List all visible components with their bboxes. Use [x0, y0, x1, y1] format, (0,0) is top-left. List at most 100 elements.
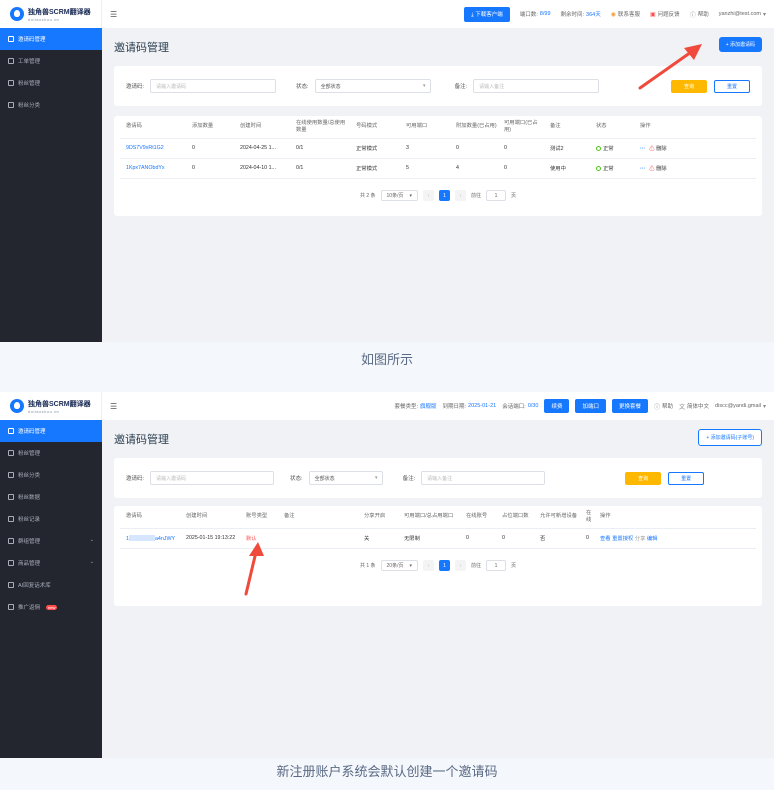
user-menu[interactable]: discc@yandi.gmail ▾: [715, 403, 766, 410]
caption-1: 如图所示: [0, 342, 774, 392]
remark-search-input[interactable]: 请输入备注: [421, 471, 546, 485]
filter-card: 邀请码: 请输入邀请码 状态: 全部状态 ▾ 备注: 请输入备注 查询 重置: [114, 458, 762, 498]
ports-readout: 端口数: 8/99: [519, 11, 551, 18]
contact-support-link[interactable]: ◉ 联系客服: [610, 10, 640, 19]
status-select[interactable]: 全部状态 ▾: [308, 471, 383, 485]
hamburger-menu-icon[interactable]: ☰: [110, 10, 117, 19]
status-badge: 正常: [590, 138, 634, 159]
status-select[interactable]: 全部状态 ▾: [314, 79, 431, 93]
share-button[interactable]: 分享: [635, 536, 646, 542]
brand-logo[interactable]: 独角兽SCRM翻译器 duliaoshou.im: [0, 392, 102, 420]
help-icon: ⓘ: [653, 404, 660, 411]
table-header-row: 邀请码 创建时间 账号类型 备注 分享开启 可用端口/总占用端口 在线账号 占位…: [120, 506, 756, 529]
reset-button[interactable]: 重置: [668, 471, 705, 485]
code-search-input[interactable]: 请输入邀请码: [150, 471, 275, 485]
page-size-select[interactable]: 10条/页 ▾: [380, 190, 418, 201]
page-size-select[interactable]: 20条/页 ▾: [380, 560, 418, 571]
invite-code-link[interactable]: 1 a4nJWY: [120, 528, 180, 549]
download-client-button[interactable]: ⤓ 下载客户端: [464, 6, 510, 22]
main-content: 邀请码管理 + 添加邀请码 邀请码: 请输入邀请码 状态: 全部状态 ▾ 备注: …: [102, 28, 774, 342]
next-page-button[interactable]: ›: [455, 190, 466, 201]
chart-icon: [8, 494, 14, 500]
goto-page-input[interactable]: 1: [486, 560, 507, 571]
more-actions-icon[interactable]: ···: [640, 166, 645, 172]
ticket-icon: [8, 428, 14, 434]
unicorn-logo-icon: [10, 399, 24, 413]
invite-code-link[interactable]: 9DS7V9xRt1G2: [120, 138, 186, 159]
chevron-down-icon: ⌄: [89, 559, 94, 565]
document-icon: [8, 58, 14, 64]
edit-button[interactable]: 编辑: [647, 536, 658, 542]
sidebar-item-groups[interactable]: 群组管理 ⌄: [0, 530, 102, 552]
delete-button[interactable]: ⚠ 删除: [649, 166, 666, 172]
group-icon: [8, 538, 14, 544]
help-link[interactable]: ⓘ 帮助: [690, 10, 709, 19]
grid-icon: [8, 472, 14, 478]
users-icon: [8, 80, 14, 86]
page-button[interactable]: 1: [439, 560, 450, 571]
grid-icon: [8, 102, 14, 108]
user-menu[interactable]: yanzhi@test.com ▾: [719, 11, 766, 18]
hamburger-menu-icon[interactable]: ☰: [110, 402, 117, 411]
view-button[interactable]: 查看: [600, 536, 611, 542]
main-content: 邀请码管理 + 添加邀请码(子账号) 邀请码: 请输入邀请码 状态: 全部状态 ▾…: [102, 420, 774, 758]
prev-page-button[interactable]: ‹: [423, 560, 434, 571]
more-actions-icon[interactable]: ···: [640, 146, 645, 152]
invite-code-link[interactable]: 1Kpx7ANObdYx: [120, 158, 186, 179]
sidebar-item-fan-records[interactable]: 粉丝记录: [0, 508, 102, 530]
add-port-button[interactable]: 加端口: [575, 399, 606, 413]
chevron-down-icon: ▾: [409, 562, 412, 569]
sidebar-item-fan-data[interactable]: 粉丝数据: [0, 486, 102, 508]
filter-card: 邀请码: 请输入邀请码 状态: 全部状态 ▾ 备注: 请输入备注 查询 重置: [114, 66, 762, 106]
redaction-mask: [128, 534, 155, 541]
add-invite-code-button[interactable]: + 添加邀请码: [718, 37, 762, 52]
brand-logo[interactable]: 独角兽SCRM翻译器 duliaoshou.im: [0, 0, 102, 28]
add-subaccount-invite-button[interactable]: + 添加邀请码(子账号): [698, 429, 762, 446]
account-type-default: 默认: [240, 528, 278, 549]
screenshot-panel-1: 独角兽SCRM翻译器 duliaoshou.im 邀请码管理 工单管理 粉丝管理…: [0, 0, 774, 342]
code-search-input[interactable]: 请输入邀请码: [150, 79, 277, 93]
gift-icon: [8, 604, 14, 610]
sidebar-item-products[interactable]: 商品管理 ⌄: [0, 552, 102, 574]
goto-page-input[interactable]: 1: [486, 190, 507, 201]
sidebar-item-fan-categories[interactable]: 粉丝分类: [0, 464, 102, 486]
sidebar-item-invite-codes[interactable]: 邀请码管理: [0, 420, 102, 442]
reset-button[interactable]: 重置: [714, 79, 750, 93]
change-plan-button[interactable]: 更换套餐: [611, 399, 648, 413]
page-title: 邀请码管理: [114, 434, 169, 446]
search-button[interactable]: 查询: [671, 79, 707, 93]
page-button[interactable]: 1: [439, 190, 450, 201]
delete-button[interactable]: ⚠ 删除: [649, 146, 666, 152]
users-icon: [8, 450, 14, 456]
new-badge: new: [46, 604, 58, 610]
expire-date-readout: 到期日期: 2025-01-21: [442, 403, 497, 410]
invite-code-table: 邀请码 添加数量 创建时间 在线使用数量/总使用数量 号码模式 可用端口 附加数…: [120, 116, 756, 179]
next-page-button[interactable]: ›: [455, 560, 466, 571]
feedback-link[interactable]: ▣ 问题反馈: [650, 10, 680, 19]
sidebar-item-fans[interactable]: 粉丝管理: [0, 72, 102, 94]
prev-page-button[interactable]: ‹: [423, 190, 434, 201]
remark-filter-label: 备注:: [454, 84, 468, 90]
sidebar-item-tickets[interactable]: 工单管理: [0, 50, 102, 72]
warning-icon: ⚠: [649, 166, 655, 172]
remark-search-input[interactable]: 请输入备注: [473, 79, 600, 93]
chevron-down-icon: ▾: [423, 83, 426, 89]
search-button[interactable]: 查询: [625, 471, 662, 485]
sidebar-item-ai-replies[interactable]: AI回复话术库: [0, 574, 102, 596]
help-link[interactable]: ⓘ 帮助: [654, 402, 673, 411]
caption-2: 新注册账户系统会默认创建一个邀请码: [0, 758, 774, 790]
top-bar: ☰ ⤓ 下载客户端 端口数: 8/99 剩余时间: 364天 ◉ 联系客服 ▣ 问题反馈…: [102, 0, 774, 28]
reset-auth-button[interactable]: 重置授权: [612, 536, 633, 542]
headset-icon: ◉: [610, 11, 616, 18]
status-filter-label: 状态:: [296, 84, 309, 90]
chevron-down-icon: ▾: [762, 11, 766, 18]
check-circle-icon: [596, 146, 601, 151]
sidebar-item-fan-categories[interactable]: 粉丝分类: [0, 94, 102, 116]
sidebar-item-invite-codes[interactable]: 邀请码管理: [0, 28, 102, 50]
sidebar-item-referral[interactable]: 推广返佣 new: [0, 596, 102, 618]
sidebar-item-fans[interactable]: 粉丝管理: [0, 442, 102, 464]
language-switch[interactable]: 文简体中文: [679, 402, 709, 411]
renew-button[interactable]: 续费: [544, 399, 570, 413]
table-card: 邀请码 创建时间 账号类型 备注 分享开启 可用端口/总占用端口 在线账号 占位…: [114, 506, 762, 606]
session-ports-readout: 会话端口: 0/30: [502, 403, 539, 410]
